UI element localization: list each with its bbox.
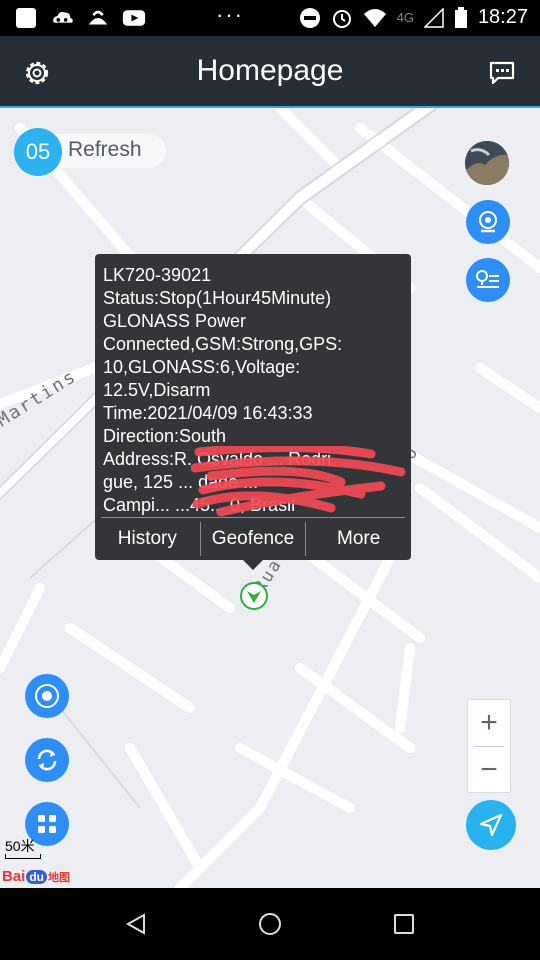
app-header: Homepage	[0, 36, 540, 108]
clock: 18:27	[477, 6, 528, 28]
battery-icon	[454, 6, 467, 28]
device-info-line: 12.5V,Disarm	[103, 380, 211, 400]
overflow-dots: ···	[216, 2, 244, 27]
device-info-line: Connected,GSM:Strong,GPS:	[103, 334, 343, 354]
baidu-logo: Bai du 地图	[2, 868, 71, 885]
navigate-button[interactable]	[466, 800, 516, 850]
location-list-icon	[476, 270, 499, 288]
target-icon	[35, 684, 59, 708]
notification-icons	[14, 6, 146, 30]
device-info-popup: LK720-39021 Status:Stop(1Hour45Minute) G…	[95, 254, 411, 570]
zoom-out-button[interactable]: −	[468, 747, 510, 793]
youtube-icon	[122, 6, 146, 30]
camera-button[interactable]	[466, 200, 510, 244]
home-icon	[259, 913, 281, 935]
wifi-icon	[363, 8, 386, 27]
recents-icon	[394, 914, 414, 934]
do-not-disturb-icon	[299, 7, 320, 28]
cloud-icon	[50, 6, 74, 30]
location-list-button[interactable]	[466, 258, 510, 302]
refresh-countdown: 05	[14, 128, 62, 176]
device-direction: Direction:South	[103, 426, 227, 446]
back-button[interactable]	[120, 908, 152, 940]
history-button[interactable]: History	[95, 518, 200, 560]
device-id: LK720-39021	[103, 265, 212, 285]
device-status: Status:Stop(1Hour45Minute)	[103, 288, 332, 308]
popup-actions: History Geofence More	[95, 518, 411, 560]
camera-icon	[479, 211, 497, 233]
sync-icon	[37, 749, 57, 771]
recents-button[interactable]	[388, 908, 420, 940]
redaction-scribble	[191, 446, 406, 517]
zoom-in-button[interactable]: +	[468, 700, 510, 746]
satellite-thumbnail[interactable]	[465, 141, 509, 185]
device-info-line: 10,GLONASS:6,Voltage:	[103, 357, 301, 377]
network-type: 4G	[396, 10, 414, 25]
popup-pointer	[243, 560, 263, 570]
square-icon	[14, 6, 38, 30]
status-bar: ··· 4G 18:27	[0, 0, 540, 36]
device-info-line: GLONASS Power	[103, 311, 247, 331]
map-view[interactable]: Martins Rua Jos Sa ho 05 Refresh LK720-3…	[0, 108, 540, 888]
device-marker-icon[interactable]	[239, 581, 269, 611]
coin-icon	[86, 6, 110, 30]
refresh-button[interactable]: 05 Refresh	[14, 128, 166, 176]
device-time: Time:2021/04/09 16:43:33	[103, 403, 313, 423]
page-title: Homepage	[196, 54, 344, 87]
alarm-icon	[332, 9, 351, 28]
target-button[interactable]	[25, 674, 69, 718]
grid-icon	[38, 815, 56, 833]
map-scale-label: 50米	[5, 838, 35, 854]
map-scale-bar	[5, 854, 41, 859]
system-icons: 4G 18:27	[299, 6, 528, 29]
refresh-label: Refresh	[68, 138, 142, 161]
signal-icon	[423, 7, 444, 28]
more-button[interactable]: More	[306, 518, 411, 560]
system-navigation-bar	[0, 888, 540, 960]
home-button[interactable]	[254, 908, 286, 940]
zoom-control: + −	[467, 699, 511, 793]
geofence-button[interactable]: Geofence	[201, 518, 306, 560]
sync-button[interactable]	[25, 738, 69, 782]
back-icon	[125, 913, 145, 935]
navigation-arrow-icon	[479, 813, 503, 837]
message-icon[interactable]	[488, 60, 516, 86]
